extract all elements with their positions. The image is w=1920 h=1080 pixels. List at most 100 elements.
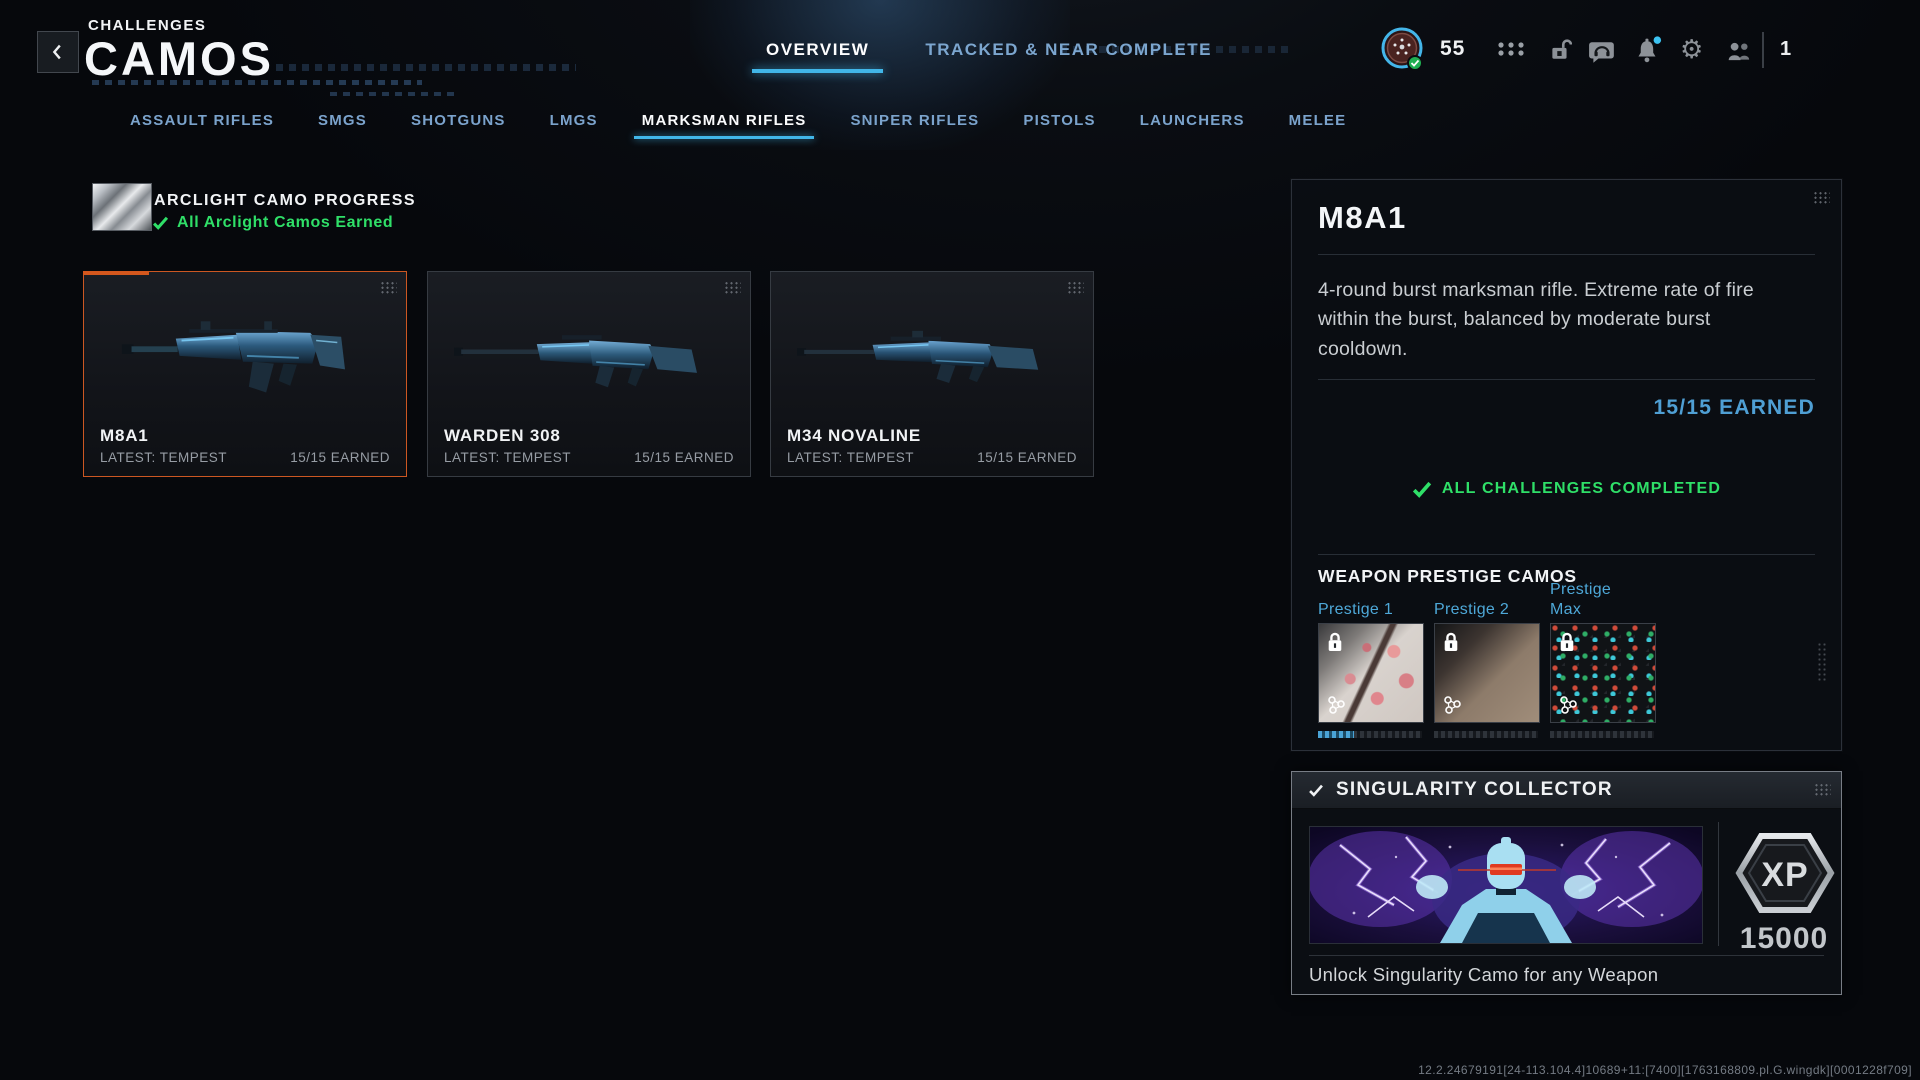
divider [1318,254,1815,255]
singularity-collector-title: SINGULARITY COLLECTOR [1336,779,1613,801]
arclight-camo-thumbnail [92,183,152,231]
arclight-progress-status: All Arclight Camos Earned [152,214,393,232]
weapon-latest-camo: LATEST: TEMPEST [787,450,914,465]
weapon-class-tabs: ASSAULT RIFLES SMGS SHOTGUNS LMGS MARKSM… [130,112,1346,139]
gear-icon: ⚙ [1680,36,1703,62]
detail-earned-count: 15/15 EARNED [1654,396,1815,420]
grid-dots-icon [1496,40,1526,58]
weapon-image-warden-308 [428,286,750,422]
weapon-card-m34-novaline[interactable]: M34 NOVALINE LATEST: TEMPEST 15/15 EARNE… [770,271,1094,477]
camos-screen: CHALLENGES CAMOS OVERVIEW TRACKED & NEAR… [0,0,1920,1080]
dots-decoration [1817,642,1827,682]
unlocks-button[interactable] [1548,38,1572,62]
settings-button[interactable]: ⚙ [1680,36,1703,62]
prestige-1-label: Prestige 1 [1318,572,1406,620]
wtab-smgs[interactable]: SMGS [318,112,367,139]
prestige-1-camo-thumbnail[interactable] [1318,623,1424,723]
wtab-marksman-rifles[interactable]: MARKSMAN RIFLES [642,112,807,139]
notifications-button[interactable] [1634,36,1662,64]
wtab-launchers[interactable]: LAUNCHERS [1140,112,1245,139]
prestige-max-label: Prestige Max [1550,572,1638,620]
weapon-latest-camo: LATEST: TEMPEST [100,450,227,465]
prestige-2-label: Prestige 2 [1434,572,1522,620]
arclight-progress-title: ARCLIGHT CAMO PROGRESS [154,192,416,210]
weapon-name: WARDEN 308 [444,426,561,446]
wtab-assault-rifles[interactable]: ASSAULT RIFLES [130,112,274,139]
weapon-image-m8a1 [84,286,406,422]
prestige-1-column: Prestige 1 [1318,572,1422,738]
headset-chat-icon [1588,40,1616,64]
glitch-decoration [276,64,576,71]
rank-emblem[interactable] [1380,26,1426,77]
lock-icon [1558,631,1576,653]
weapon-card-warden-308[interactable]: WARDEN 308 LATEST: TEMPEST 15/15 EARNED [427,271,751,477]
prestige-1-progress-bar [1318,731,1422,738]
weapon-card-m8a1[interactable]: M8A1 LATEST: TEMPEST 15/15 EARNED [83,271,407,477]
weapon-image-m34-novaline [771,286,1093,422]
challenge-tracker-icon [1442,695,1462,715]
singularity-banner-image [1309,826,1703,944]
check-icon [152,216,169,230]
detail-weapon-description: 4-round burst marksman rifle. Extreme ra… [1318,276,1796,364]
wtab-shotguns[interactable]: SHOTGUNS [411,112,506,139]
rank-emblem-icon [1380,26,1426,72]
xp-badge: XP [1733,824,1837,927]
wtab-sniper-rifles[interactable]: SNIPER RIFLES [850,112,979,139]
wtab-melee[interactable]: MELEE [1289,112,1347,139]
top-nav-tabs: OVERVIEW TRACKED & NEAR COMPLETE [766,40,1212,60]
arclight-status-label: All Arclight Camos Earned [177,214,393,232]
divider [1309,955,1824,956]
social-button[interactable] [1726,40,1754,62]
header-divider [1762,32,1764,68]
prestige-max-camo-thumbnail[interactable] [1550,623,1656,723]
weapon-earned-count: 15/15 EARNED [634,450,734,465]
prestige-2-progress-bar [1434,731,1538,738]
friends-icon [1726,40,1754,62]
prestige-2-camo-thumbnail[interactable] [1434,623,1540,723]
weapon-detail-panel: M8A1 4-round burst marksman rifle. Extre… [1291,179,1842,751]
lock-icon [1326,631,1344,653]
wtab-lmgs[interactable]: LMGS [550,112,598,139]
check-icon [1412,481,1432,498]
challenges-completed-label: ALL CHALLENGES COMPLETED [1442,480,1721,498]
drag-dots-icon [1813,191,1830,204]
check-icon [1308,784,1324,797]
bell-icon [1634,36,1662,64]
build-version: 12.2.24679191[24-113.104.4]10689+11:[740… [1418,1063,1912,1077]
page-title: CAMOS [84,31,274,86]
wtab-pistols[interactable]: PISTOLS [1023,112,1095,139]
prestige-2-column: Prestige 2 [1434,572,1538,738]
weapon-name: M34 NOVALINE [787,426,921,446]
singularity-collector-header[interactable]: SINGULARITY COLLECTOR [1292,772,1841,809]
lock-icon [1442,631,1460,653]
weapon-earned-count: 15/15 EARNED [977,450,1077,465]
weapon-name: M8A1 [100,426,149,446]
xp-label: XP [1761,856,1808,894]
apps-grid-button[interactable] [1496,40,1526,58]
divider [1318,554,1815,555]
challenges-completed-status: ALL CHALLENGES COMPLETED [1292,480,1841,498]
back-button[interactable] [37,31,79,73]
glitch-decoration [92,80,422,85]
weapon-earned-count: 15/15 EARNED [290,450,390,465]
detail-weapon-title: M8A1 [1318,200,1407,236]
prestige-max-progress-bar [1550,731,1654,738]
player-level: 55 [1440,37,1465,61]
chevron-left-icon [47,41,69,63]
glitch-decoration [330,92,460,96]
challenge-tracker-icon [1558,695,1578,715]
singularity-collector-panel: SINGULARITY COLLECTOR [1291,771,1842,995]
divider [1718,822,1719,946]
challenge-tracker-icon [1326,695,1346,715]
drag-dots-icon [1814,783,1831,796]
reward-description: Unlock Singularity Camo for any Weapon [1309,964,1658,986]
divider [1318,379,1815,380]
voice-chat-button[interactable] [1588,40,1616,64]
party-count: 1 [1780,38,1791,61]
weapon-latest-camo: LATEST: TEMPEST [444,450,571,465]
tab-tracked-near-complete[interactable]: TRACKED & NEAR COMPLETE [925,40,1212,60]
prestige-max-column: Prestige Max [1550,572,1654,738]
xp-amount: 15000 [1728,922,1840,956]
prestige-camos-row: Prestige 1 [1318,572,1654,738]
tab-overview[interactable]: OVERVIEW [766,40,869,60]
